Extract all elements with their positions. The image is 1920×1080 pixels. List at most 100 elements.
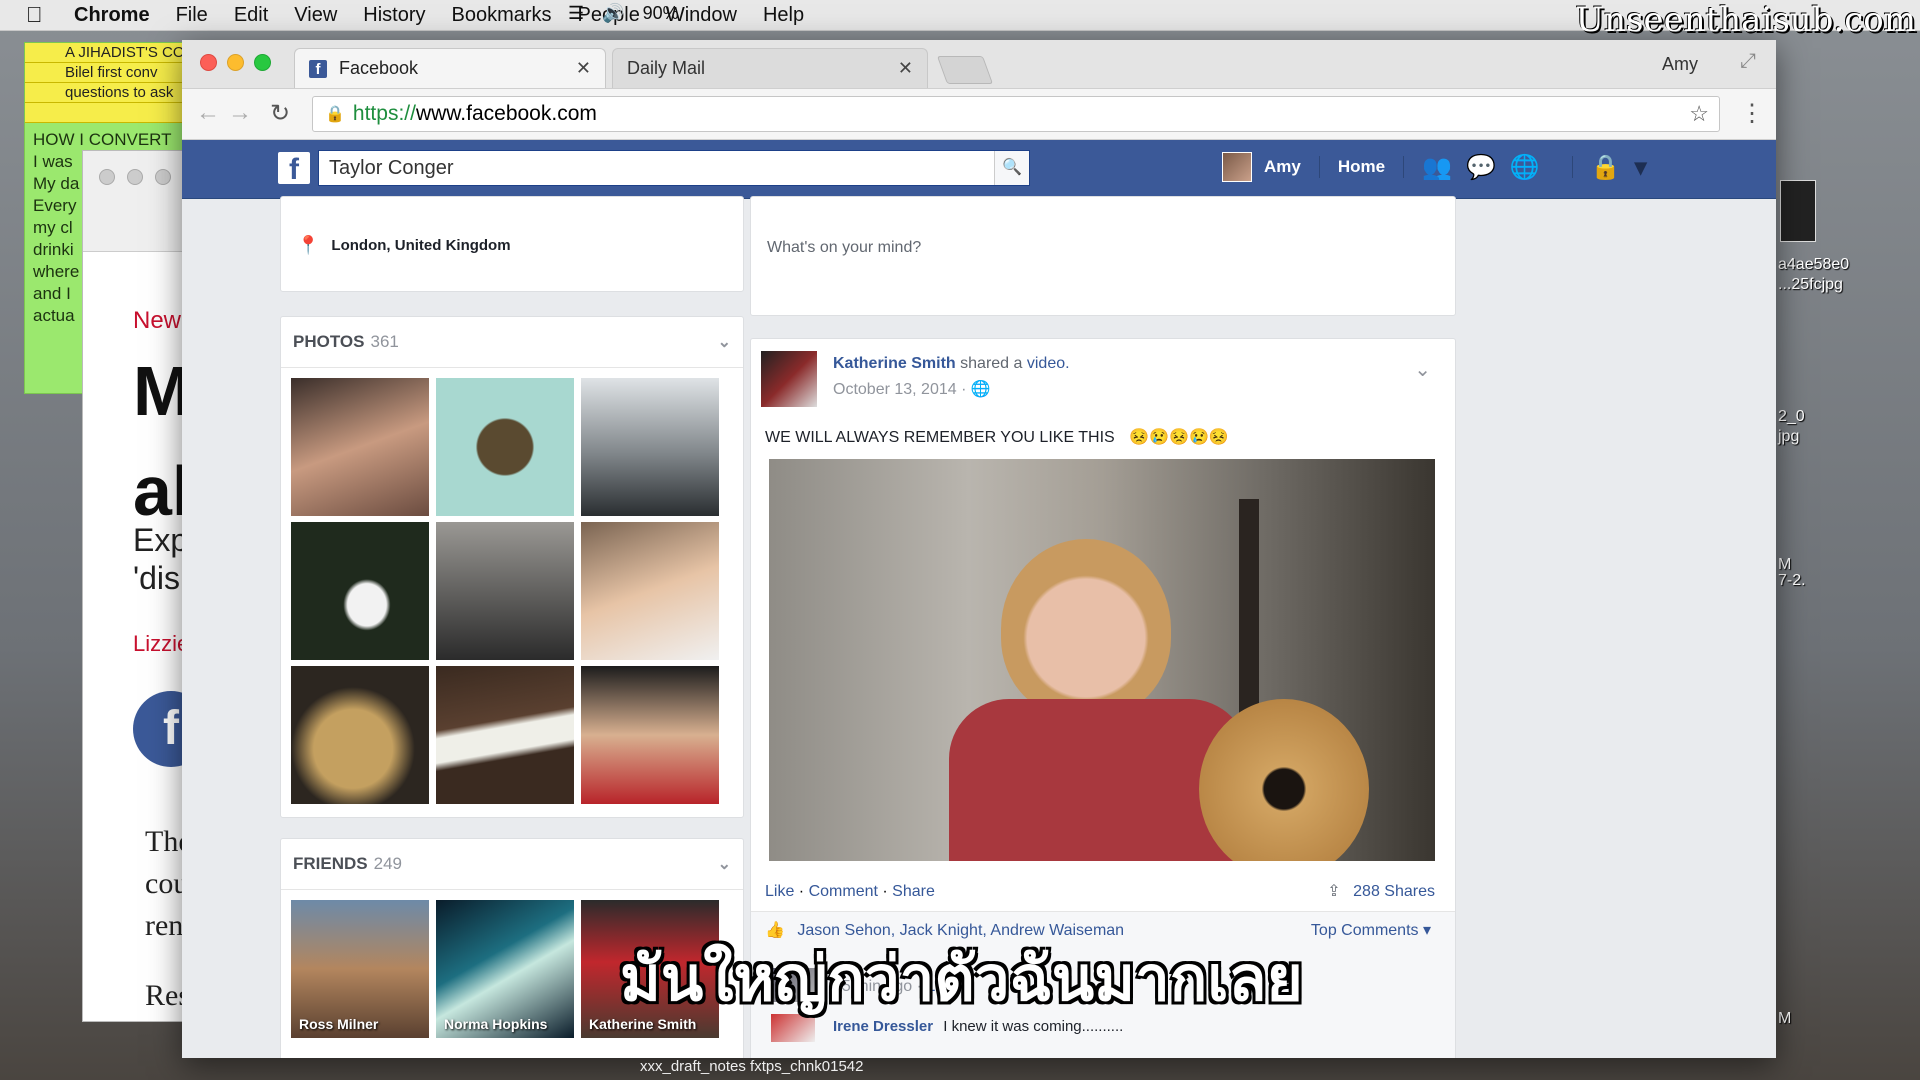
facebook-search[interactable]: 🔍	[318, 150, 1030, 186]
menu-app-name[interactable]: Chrome	[74, 4, 150, 27]
browser-toolbar: ← → ↻ 🔒 https:// www.facebook.com ☆ ⋮	[182, 89, 1776, 140]
apple-icon[interactable]: 	[26, 2, 52, 28]
search-input[interactable]	[319, 155, 994, 181]
close-tab-icon[interactable]: ✕	[898, 58, 913, 79]
photo-thumbnail[interactable]	[291, 666, 429, 804]
desktop-file-label[interactable]: ...25fcjpg	[1778, 276, 1843, 294]
post-options-chevron-icon[interactable]: ⌄	[1414, 357, 1431, 382]
close-window-button[interactable]	[200, 54, 217, 71]
globe-icon: 🌐	[970, 381, 991, 398]
desktop-file-label[interactable]: jpg	[1778, 428, 1799, 446]
desktop-file-label[interactable]: M	[1778, 1010, 1791, 1028]
sticky-row[interactable]	[25, 103, 197, 123]
like-link[interactable]: Like	[765, 883, 794, 900]
shares-count[interactable]: 288 Shares	[1353, 883, 1435, 900]
tab-daily-mail[interactable]: Daily Mail ✕	[612, 48, 928, 88]
about-card: 📍 London, United Kingdom	[280, 196, 744, 292]
zoom-window-button[interactable]	[254, 54, 271, 71]
desktop-file-label[interactable]: 7-2.	[1778, 572, 1806, 590]
desktop-file-icon[interactable]	[1780, 180, 1816, 242]
address-bar[interactable]: 🔒 https:// www.facebook.com ☆	[312, 96, 1720, 132]
photo-thumbnail[interactable]	[291, 378, 429, 516]
friend-name[interactable]: Ross Milner	[299, 1016, 378, 1032]
friend-requests-icon[interactable]: 👥	[1422, 153, 1452, 182]
minimize-window-button[interactable]	[227, 54, 244, 71]
battery-label[interactable]: 90%	[643, 3, 679, 24]
chrome-window[interactable]: f Facebook ✕ Daily Mail ✕ Amy ⤢ ← → ↻ 🔒 …	[182, 40, 1776, 1058]
tab-facebook[interactable]: f Facebook ✕	[294, 48, 606, 88]
comment-link[interactable]: Comment	[809, 883, 878, 900]
nav-divider	[1403, 156, 1405, 178]
sticky-row[interactable]: Bilel first conv	[25, 63, 197, 83]
volume-icon[interactable]: 🔊	[602, 3, 624, 24]
profile-link[interactable]: Amy	[1264, 157, 1301, 177]
avatar[interactable]	[1222, 152, 1252, 182]
photo-thumbnail[interactable]	[291, 522, 429, 660]
menu-file[interactable]: File	[176, 4, 208, 27]
wifi-icon[interactable]: ☰	[568, 3, 584, 24]
sticky-row[interactable]: questions to ask	[25, 83, 197, 103]
search-icon[interactable]: 🔍	[994, 151, 1029, 185]
photo-thumbnail[interactable]	[436, 378, 574, 516]
chevron-down-icon[interactable]: ⌄	[718, 332, 731, 352]
video-player[interactable]	[769, 459, 1435, 861]
author-link[interactable]: Lizzie	[133, 631, 189, 657]
photos-card: PHOTOS 361 ⌄	[280, 316, 744, 818]
forward-arrow-icon[interactable]: →	[228, 99, 252, 127]
menu-bookmarks[interactable]: Bookmarks	[452, 4, 552, 27]
photo-thumbnail[interactable]	[436, 522, 574, 660]
friends-header[interactable]: FRIENDS 249 ⌄	[281, 839, 743, 890]
post-text-row: WE WILL ALWAYS REMEMBER YOU LIKE THIS 😣😢…	[765, 427, 1229, 447]
tab-label: Facebook	[339, 58, 419, 78]
reload-icon[interactable]: ↻	[270, 99, 290, 128]
max-dot[interactable]	[155, 169, 171, 185]
home-link[interactable]: Home	[1338, 157, 1385, 177]
photo-thumbnail[interactable]	[436, 666, 574, 804]
desktop-file-label[interactable]: 2_0	[1778, 408, 1805, 426]
messages-icon[interactable]: 💬	[1466, 153, 1496, 182]
post-header: Katherine Smith shared a video.	[833, 355, 1070, 373]
top-comments-dropdown[interactable]: Top Comments ▾	[1311, 920, 1431, 940]
excerpt-line1: Exp	[133, 522, 189, 558]
chevron-down-icon[interactable]: ⌄	[718, 854, 731, 874]
photo-thumbnail[interactable]	[581, 522, 719, 660]
privacy-shortcuts-icon[interactable]: 🔒	[1591, 153, 1621, 182]
back-arrow-icon[interactable]: ←	[196, 99, 220, 127]
lock-icon[interactable]: 🔒	[325, 104, 345, 124]
photos-header[interactable]: PHOTOS 361 ⌄	[281, 317, 743, 368]
sticky-row[interactable]: A JIHADIST'S CO	[25, 43, 197, 63]
location-pin-icon: 📍	[297, 235, 320, 255]
friend-tile[interactable]: Ross Milner	[291, 900, 429, 1038]
post-author-avatar[interactable]	[761, 351, 817, 407]
bookmark-star-icon[interactable]: ☆	[1689, 101, 1709, 127]
chrome-menu-icon[interactable]: ⋮	[1740, 99, 1764, 128]
min-dot[interactable]	[127, 169, 143, 185]
tab-label: Daily Mail	[627, 58, 706, 78]
photo-thumbnail[interactable]	[581, 666, 719, 804]
fullscreen-icon[interactable]: ⤢	[1740, 50, 1756, 73]
account-dropdown-icon[interactable]: ▾	[1635, 153, 1647, 182]
share-link[interactable]: Share	[892, 883, 935, 900]
friend-name[interactable]: Norma Hopkins	[444, 1016, 547, 1032]
desktop-file-label[interactable]: a4ae58e0	[1778, 256, 1849, 274]
watermark: Unseenthaisub.com	[1575, 0, 1916, 40]
photo-thumbnail[interactable]	[581, 378, 719, 516]
excerpt: Exp'dis	[133, 521, 188, 597]
dock-labels: xxx_draft_notes fxtps_chnk01542	[640, 1058, 864, 1075]
facebook-logo-icon[interactable]: f	[278, 152, 310, 186]
composer-input[interactable]: What's on your mind?	[767, 239, 921, 257]
new-tab-button[interactable]	[936, 56, 994, 84]
menu-view[interactable]: View	[294, 4, 337, 27]
post-meta: October 13, 2014 · 🌐	[833, 381, 991, 398]
post-date[interactable]: October 13, 2014	[833, 381, 957, 398]
menu-edit[interactable]: Edit	[234, 4, 268, 27]
menu-history[interactable]: History	[363, 4, 425, 27]
close-tab-icon[interactable]: ✕	[576, 58, 591, 79]
notifications-globe-icon[interactable]: 🌐	[1510, 153, 1540, 182]
post-author-link[interactable]: Katherine Smith	[833, 355, 956, 372]
profile-name[interactable]: Amy	[1662, 54, 1698, 75]
close-dot[interactable]	[99, 169, 115, 185]
photos-title: PHOTOS	[293, 332, 365, 351]
post-video-link[interactable]: video.	[1027, 355, 1070, 372]
friend-tile[interactable]: Norma Hopkins	[436, 900, 574, 1038]
